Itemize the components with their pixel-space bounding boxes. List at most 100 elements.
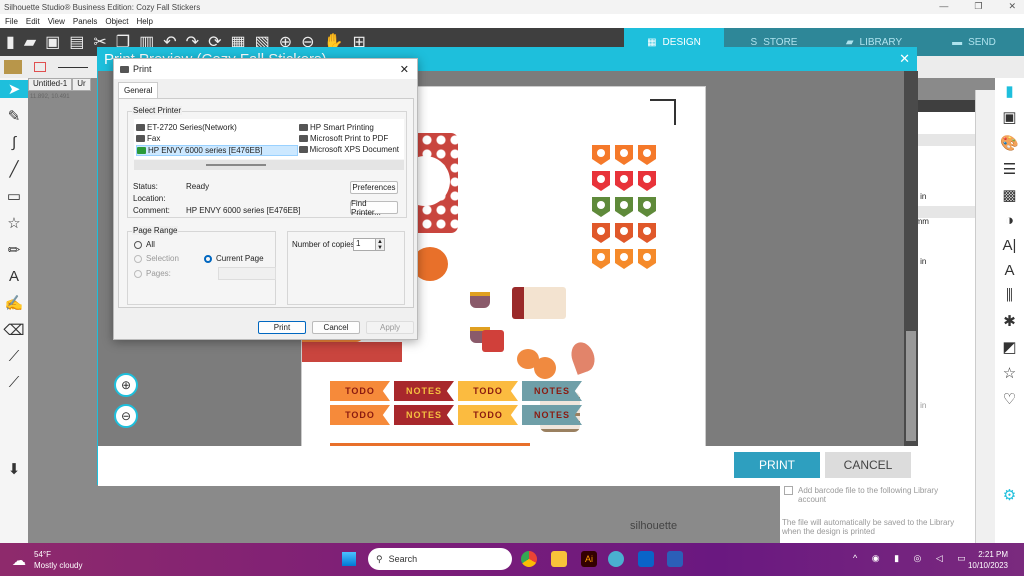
font-icon[interactable]: A| (1003, 237, 1017, 254)
copies-group: Number of copies: 1 ▲ ▼ (287, 231, 405, 305)
minimize-button[interactable]: — (939, 1, 948, 12)
silhouette-studio-icon[interactable] (608, 551, 624, 567)
page-range-group: Page Range All Selection Current Page Pa… (127, 226, 276, 305)
eraser-icon[interactable]: ⌫ (3, 321, 24, 339)
menu-panels[interactable]: Panels (73, 17, 97, 26)
close-icon[interactable]: ✕ (400, 63, 409, 76)
line-style-icon[interactable]: ☰ (1003, 160, 1016, 178)
clock-date[interactable]: 10/10/2023 (952, 561, 1008, 570)
open-icon[interactable]: ▰ (24, 32, 36, 52)
curve-icon[interactable]: ∫ (12, 134, 16, 151)
line-style-icon[interactable] (58, 66, 88, 68)
copies-spinner[interactable]: ▲ ▼ (375, 238, 385, 251)
print-button[interactable]: PRINT (734, 452, 820, 478)
star-icon[interactable]: ☆ (1003, 364, 1016, 382)
printer-item[interactable]: HP Smart Printing (299, 123, 374, 132)
menu-edit[interactable]: Edit (26, 17, 40, 26)
preview-footer: PRINT CANCEL (98, 446, 918, 486)
sketch-font-icon[interactable]: A (1004, 262, 1014, 279)
replicate-icon[interactable]: ✱ (1003, 312, 1016, 330)
printer-item[interactable]: ET-2720 Series(Network) (136, 123, 237, 132)
preferences-button[interactable]: Preferences (350, 181, 398, 194)
apply-button[interactable]: Apply (366, 321, 414, 334)
menu-file[interactable]: File (5, 17, 18, 26)
clock-time[interactable]: 2:21 PM (952, 550, 1008, 559)
import-icon[interactable]: ⬇ (8, 460, 21, 478)
document-tabs: Untitled-1 Ur (28, 78, 91, 91)
menu-view[interactable]: View (48, 17, 65, 26)
todo-label: TODO (330, 405, 390, 425)
line-color-swatch[interactable] (34, 62, 46, 72)
printer-icon[interactable]: ▤ (69, 32, 84, 52)
app-title: Silhouette Studio® Business Edition: Coz… (4, 2, 201, 12)
status-value: Ready (186, 182, 210, 191)
knife-icon[interactable]: ⟋ (9, 348, 20, 365)
pixscan-icon[interactable]: ▣ (1002, 108, 1016, 126)
zoom-in-button[interactable]: ⊕ (114, 373, 138, 397)
menu-object[interactable]: Object (105, 17, 128, 26)
modify-icon[interactable]: ◩ (1002, 338, 1016, 356)
new-icon[interactable]: ▮ (6, 32, 15, 52)
cancel-button[interactable]: Cancel (312, 321, 360, 334)
illustrator-icon[interactable]: Ai (581, 551, 597, 567)
printer-item[interactable]: Microsoft XPS Document (299, 145, 399, 154)
pages-input[interactable] (218, 267, 276, 280)
tab-general[interactable]: General (118, 82, 159, 98)
barcode-checkbox[interactable] (784, 486, 793, 495)
printer-item[interactable]: Fax (136, 134, 160, 143)
todo-label: TODO (458, 405, 518, 425)
word-icon[interactable] (667, 551, 683, 567)
printer-item[interactable]: Microsoft Print to PDF (299, 134, 388, 143)
fill-pattern-icon[interactable]: ▩ (1002, 186, 1016, 204)
close-button[interactable]: ✕ (1008, 1, 1016, 12)
close-icon[interactable]: ✕ (899, 51, 910, 67)
find-printer-button[interactable]: Find Printer... (350, 199, 398, 217)
library-heart-icon[interactable]: ♡ (1003, 390, 1016, 408)
outlook-icon[interactable] (638, 551, 654, 567)
text-icon[interactable]: A (9, 268, 19, 285)
contrast-icon[interactable]: ◑ (1005, 212, 1014, 229)
radio-selection[interactable]: Selection (134, 254, 179, 263)
palette-icon[interactable]: 🎨 (1000, 134, 1019, 152)
coordinate-readout: 11.892, 10.491 (30, 94, 70, 100)
restore-button[interactable]: ❐ (974, 1, 982, 12)
chrome-icon[interactable] (521, 551, 537, 567)
weather-temp[interactable]: 54°F (34, 550, 51, 559)
cancel-button[interactable]: CANCEL (825, 452, 911, 478)
tab-send[interactable]: ▬ SEND (924, 28, 1024, 56)
radio-current-page[interactable]: Current Page (204, 254, 264, 263)
printer-list-scrollbar[interactable] (134, 160, 404, 170)
page-setup-icon[interactable]: ▮ (1005, 82, 1013, 100)
pencil-icon[interactable]: ✏ (8, 241, 21, 259)
align-icon[interactable]: ⫼ (1006, 287, 1013, 304)
select-printer-group: Select Printer ET-2720 Series(Network) F… (127, 106, 407, 218)
radio-pages[interactable]: Pages: (134, 269, 171, 278)
zoom-out-button[interactable]: ⊖ (114, 404, 138, 428)
search-box[interactable]: ⚲ Search (368, 548, 512, 570)
rectangle-icon[interactable]: ▭ (7, 187, 21, 205)
polygon-icon[interactable]: ☆ (7, 214, 20, 232)
doc-tab[interactable]: Untitled-1 (28, 78, 73, 91)
point-edit-icon[interactable]: ✎ (8, 107, 21, 125)
draw-icon[interactable]: ✍ (5, 294, 24, 312)
select-tool-icon[interactable]: ➤ (0, 80, 28, 98)
fill-color-swatch[interactable] (4, 60, 22, 74)
printer-item-selected[interactable]: HP ENVY 6000 series [E476EB] (136, 145, 298, 156)
pennant-sticker (592, 145, 610, 165)
preview-scrollbar[interactable] (904, 71, 918, 446)
line-icon[interactable]: ╱ (9, 160, 18, 178)
doc-tab[interactable]: Ur (72, 78, 91, 91)
save-icon[interactable]: ▣ (45, 32, 60, 52)
cutter-icon: ▬ (952, 36, 963, 48)
settings-icon[interactable]: ⚙ (1003, 486, 1016, 504)
pennant-sticker (615, 171, 633, 191)
print-button[interactable]: Print (258, 321, 306, 334)
weather-status[interactable]: Mostly cloudy (34, 561, 82, 570)
eyedropper-icon[interactable]: ⟋ (9, 374, 20, 391)
file-explorer-icon[interactable] (551, 551, 567, 567)
menu-help[interactable]: Help (136, 17, 152, 26)
start-icon[interactable] (342, 552, 356, 566)
silhouette-s-icon: S (750, 36, 758, 48)
radio-all[interactable]: All (134, 240, 155, 249)
todo-label: TODO (458, 381, 518, 401)
